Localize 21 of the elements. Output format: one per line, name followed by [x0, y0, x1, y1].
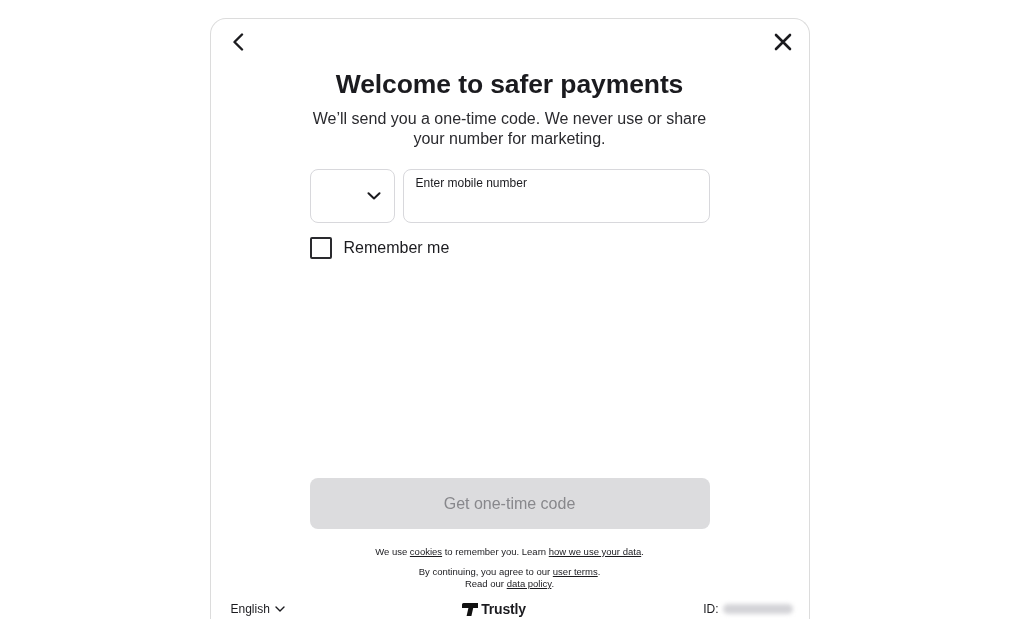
blurred-value — [722, 604, 793, 614]
chevron-down-icon — [274, 606, 285, 612]
legal-link[interactable]: user terms — [552, 566, 598, 577]
language-select[interactable]: English — [230, 602, 285, 616]
close-button[interactable] — [773, 33, 792, 51]
legal-notice: Read our data policy. — [464, 578, 555, 590]
dialog-title: Welcome to safer payments — [335, 68, 684, 100]
brand-mark-icon — [462, 602, 479, 616]
legal-notice: We use cookies to remember you. Learn how we use your data. — [375, 546, 644, 558]
back-button[interactable] — [230, 33, 245, 51]
mobile-number-field[interactable]: Enter mobile number — [402, 169, 710, 223]
chevron-left-icon — [230, 33, 245, 51]
chevron-down-icon — [366, 192, 381, 200]
brand-name: Trustly — [481, 601, 526, 617]
dialog-subtitle: We’ll send you a one-time code. We never use or share your number for marketing. — [311, 109, 708, 149]
remember-me-checkbox[interactable] — [309, 237, 332, 259]
id-label: ID: — [703, 602, 719, 616]
close-icon — [773, 33, 792, 51]
legal-link[interactable]: cookies — [409, 546, 443, 557]
legal-notice: By continuing, you agree to our user terms. — [418, 566, 601, 578]
remember-me-label[interactable]: Remember me — [343, 238, 450, 258]
